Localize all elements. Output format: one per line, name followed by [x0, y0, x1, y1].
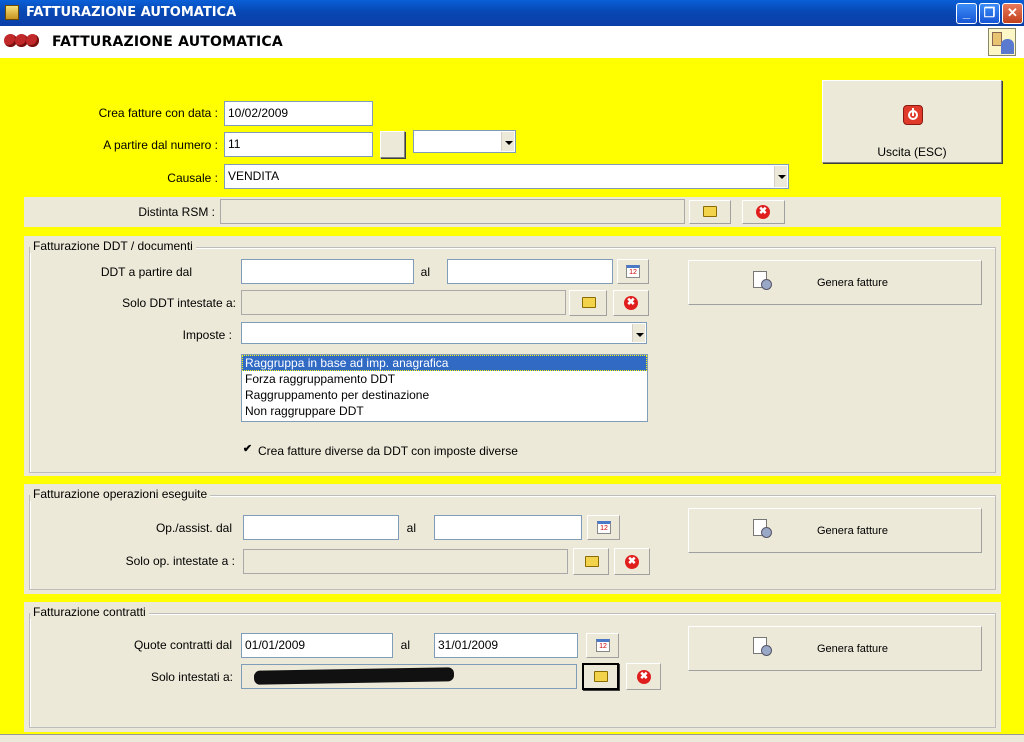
contracts-owner-field[interactable]	[241, 664, 577, 689]
ops-owner-label: Solo op. intestate a :	[125, 554, 235, 568]
chevron-down-icon[interactable]	[774, 166, 787, 187]
maximize-button[interactable]: ❐	[979, 3, 1000, 24]
date-label: Crea fatture con data :	[98, 106, 218, 120]
document-gear-icon	[753, 637, 773, 657]
ops-owner-clear-button[interactable]: ✖	[614, 548, 650, 575]
grouping-option[interactable]: Raggruppa in base ad imp. anagrafica	[242, 355, 647, 371]
rsm-field[interactable]	[220, 199, 685, 224]
ops-calendar-button[interactable]: 12	[587, 515, 620, 540]
form-title: FATTURAZIONE AUTOMATICA	[52, 34, 283, 50]
ops-to-label: al	[406, 521, 416, 535]
rsm-browse-button[interactable]	[689, 200, 731, 224]
contracts-owner-label: Solo intestati a:	[150, 670, 233, 684]
ddt-owner-browse-button[interactable]	[569, 290, 607, 316]
calendar-icon: 12	[626, 265, 640, 278]
ops-from-field[interactable]	[243, 515, 399, 540]
folder-icon	[594, 671, 608, 682]
delete-icon: ✖	[637, 670, 651, 684]
delete-icon: ✖	[625, 555, 639, 569]
split-invoices-label: Crea fatture diverse da DDT con imposte …	[258, 444, 518, 458]
number-field[interactable]: 11	[224, 132, 373, 157]
document-gear-icon	[753, 519, 773, 539]
folder-icon	[703, 206, 717, 217]
causale-label: Causale :	[167, 171, 218, 185]
grouping-option[interactable]: Non raggruppare DDT	[242, 403, 647, 419]
contracts-owner-clear-button[interactable]: ✖	[626, 663, 661, 690]
ddt-from-field[interactable]	[241, 259, 414, 284]
ddt-owner-label: Solo DDT intestate a:	[122, 296, 236, 310]
calendar-icon: 12	[596, 639, 610, 652]
ddt-generate-button[interactable]: Genera fatture	[688, 260, 982, 305]
ddt-to-field[interactable]	[447, 259, 613, 284]
split-invoices-checkbox[interactable]: ✔	[241, 444, 254, 457]
ddt-to-label: al	[420, 265, 430, 279]
ddt-group-title: Fatturazione DDT / documenti	[30, 239, 196, 253]
window-titlebar[interactable]: FATTURAZIONE AUTOMATICA _ ❐ ✕	[0, 0, 1024, 26]
ddt-from-label: DDT a partire dal	[100, 265, 192, 279]
causale-select[interactable]: VENDITA	[224, 164, 789, 189]
rsm-label: Distinta RSM :	[138, 205, 215, 219]
redacted-scribble	[253, 667, 455, 685]
contracts-to-field[interactable]: 31/01/2009	[434, 633, 578, 658]
exit-label: Uscita (ESC)	[877, 145, 947, 159]
number-suffix-select[interactable]	[413, 130, 516, 153]
delete-icon: ✖	[624, 296, 638, 310]
strawberries-logo-icon	[4, 31, 40, 49]
exit-button[interactable]: Uscita (ESC)	[822, 80, 1002, 163]
ops-owner-browse-button[interactable]	[573, 548, 609, 575]
ops-generate-label: Genera fatture	[817, 525, 888, 537]
imposte-select[interactable]	[241, 322, 647, 344]
form-header: FATTURAZIONE AUTOMATICA	[0, 26, 1024, 58]
grouping-option[interactable]: Forza raggruppamento DDT	[242, 371, 647, 387]
contracts-generate-button[interactable]: Genera fatture	[688, 626, 982, 671]
folder-icon	[585, 556, 599, 567]
status-bar	[0, 734, 1024, 742]
imposte-label: Imposte :	[182, 328, 232, 342]
ops-from-label: Op./assist. dal	[155, 521, 232, 535]
ops-owner-field[interactable]	[243, 549, 568, 574]
rsm-clear-button[interactable]: ✖	[742, 200, 785, 224]
power-icon	[903, 105, 923, 125]
contracts-generate-label: Genera fatture	[817, 643, 888, 655]
chevron-down-icon[interactable]	[501, 132, 514, 151]
date-field[interactable]: 10/02/2009	[224, 101, 373, 126]
number-lookup-button[interactable]	[380, 131, 405, 158]
minimize-button[interactable]: _	[956, 3, 977, 24]
contracts-from-label: Quote contratti dal	[133, 638, 232, 652]
grouping-listbox[interactable]: Raggruppa in base ad imp. anagrafica For…	[241, 354, 648, 422]
ops-group-title: Fatturazione operazioni eseguite	[30, 487, 211, 501]
app-icon	[5, 5, 19, 20]
grouping-option[interactable]: Raggruppamento per destinazione	[242, 387, 647, 403]
document-gear-icon	[753, 271, 773, 291]
ddt-generate-label: Genera fatture	[817, 277, 888, 289]
contracts-from-field[interactable]: 01/01/2009	[241, 633, 393, 658]
contracts-calendar-button[interactable]: 12	[586, 633, 619, 658]
close-button[interactable]: ✕	[1002, 3, 1023, 24]
ops-to-field[interactable]	[434, 515, 582, 540]
contracts-to-label: al	[400, 638, 410, 652]
folder-icon	[582, 297, 596, 308]
contracts-group-title: Fatturazione contratti	[30, 605, 149, 619]
users-icon[interactable]	[988, 28, 1016, 56]
ddt-owner-clear-button[interactable]: ✖	[613, 290, 649, 316]
ddt-calendar-button[interactable]: 12	[617, 259, 649, 284]
delete-icon: ✖	[756, 205, 770, 219]
chevron-down-icon[interactable]	[632, 324, 645, 342]
calendar-icon: 12	[597, 521, 611, 534]
window-title: FATTURAZIONE AUTOMATICA	[26, 5, 237, 20]
contracts-owner-browse-button[interactable]	[582, 663, 619, 690]
number-label: A partire dal numero :	[103, 138, 218, 152]
ops-generate-button[interactable]: Genera fatture	[688, 508, 982, 553]
ddt-owner-field[interactable]	[241, 290, 566, 315]
